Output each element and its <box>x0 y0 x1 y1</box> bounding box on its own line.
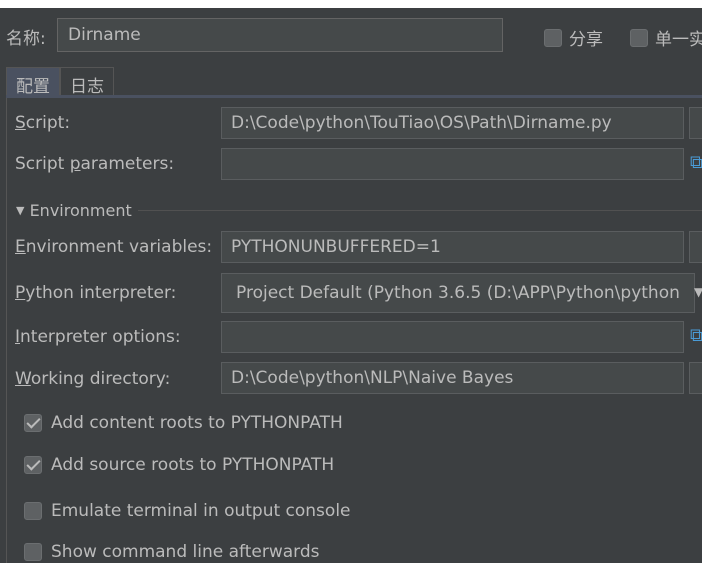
expand-icon[interactable]: ⧉ <box>690 148 702 180</box>
checkbox-unchecked-icon[interactable] <box>24 543 42 561</box>
environment-variables-field[interactable]: PYTHONUNBUFFERED=1 <box>221 231 684 263</box>
environment-variables-browse-button[interactable] <box>689 231 702 263</box>
show-command-line-checkbox[interactable]: Show command line afterwards <box>24 542 320 562</box>
triangle-down-icon: ▼ <box>16 204 25 217</box>
add-content-roots-label: Add content roots to PYTHONPATH <box>51 413 343 433</box>
working-directory-browse-button[interactable] <box>689 362 702 394</box>
single-instance-label: 单一实 <box>655 30 702 50</box>
expand-icon[interactable]: ⧉ <box>690 321 702 353</box>
interpreter-options-field[interactable] <box>221 321 684 353</box>
python-interpreter-select[interactable]: Project Default (Python 3.6.5 (D:\APP\Py… <box>221 273 695 313</box>
environment-divider <box>138 210 702 211</box>
tab-log[interactable]: 日志 <box>60 67 114 97</box>
chevron-down-icon[interactable]: ▼ <box>694 285 702 299</box>
checkbox-checked-icon[interactable] <box>24 414 42 432</box>
single-instance-checkbox[interactable]: 单一实 <box>630 25 702 50</box>
add-source-roots-label: Add source roots to PYTHONPATH <box>51 455 335 475</box>
environment-variables-label: Environment variables: <box>15 237 213 257</box>
working-directory-label: Working directory: <box>15 369 171 389</box>
name-input[interactable]: Dirname <box>57 18 503 52</box>
environment-section-toggle[interactable]: ▼ Environment <box>16 201 132 220</box>
single-instance-checkbox-box[interactable] <box>630 28 648 47</box>
tab-bar: 配置 日志 <box>6 67 114 97</box>
checkbox-unchecked-icon[interactable] <box>24 502 42 520</box>
share-label: 分享 <box>569 30 603 50</box>
script-parameters-field[interactable] <box>221 148 684 180</box>
share-checkbox-box[interactable] <box>544 28 562 47</box>
environment-section-label: Environment <box>29 201 132 220</box>
share-checkbox[interactable]: 分享 <box>544 25 603 50</box>
script-parameters-label: Script parameters: <box>15 154 175 174</box>
tab-config[interactable]: 配置 <box>6 67 60 97</box>
window-top-edge <box>0 0 702 8</box>
emulate-terminal-label: Emulate terminal in output console <box>51 501 351 521</box>
show-command-line-label: Show command line afterwards <box>51 542 320 562</box>
name-label: 名称: <box>6 29 46 49</box>
checkbox-checked-icon[interactable] <box>24 456 42 474</box>
interpreter-options-label: Interpreter options: <box>15 327 181 347</box>
script-label: Script: <box>15 113 71 133</box>
python-interpreter-label: Python interpreter: <box>15 283 177 303</box>
emulate-terminal-checkbox[interactable]: Emulate terminal in output console <box>24 501 351 521</box>
working-directory-field[interactable]: D:\Code\python\NLP\Naive Bayes <box>221 362 684 394</box>
add-source-roots-checkbox[interactable]: Add source roots to PYTHONPATH <box>24 455 334 475</box>
script-path-field[interactable]: D:\Code\python\TouTiao\OS\Path\Dirname.p… <box>221 107 684 139</box>
script-browse-button[interactable] <box>689 107 702 139</box>
add-content-roots-checkbox[interactable]: Add content roots to PYTHONPATH <box>24 413 343 433</box>
